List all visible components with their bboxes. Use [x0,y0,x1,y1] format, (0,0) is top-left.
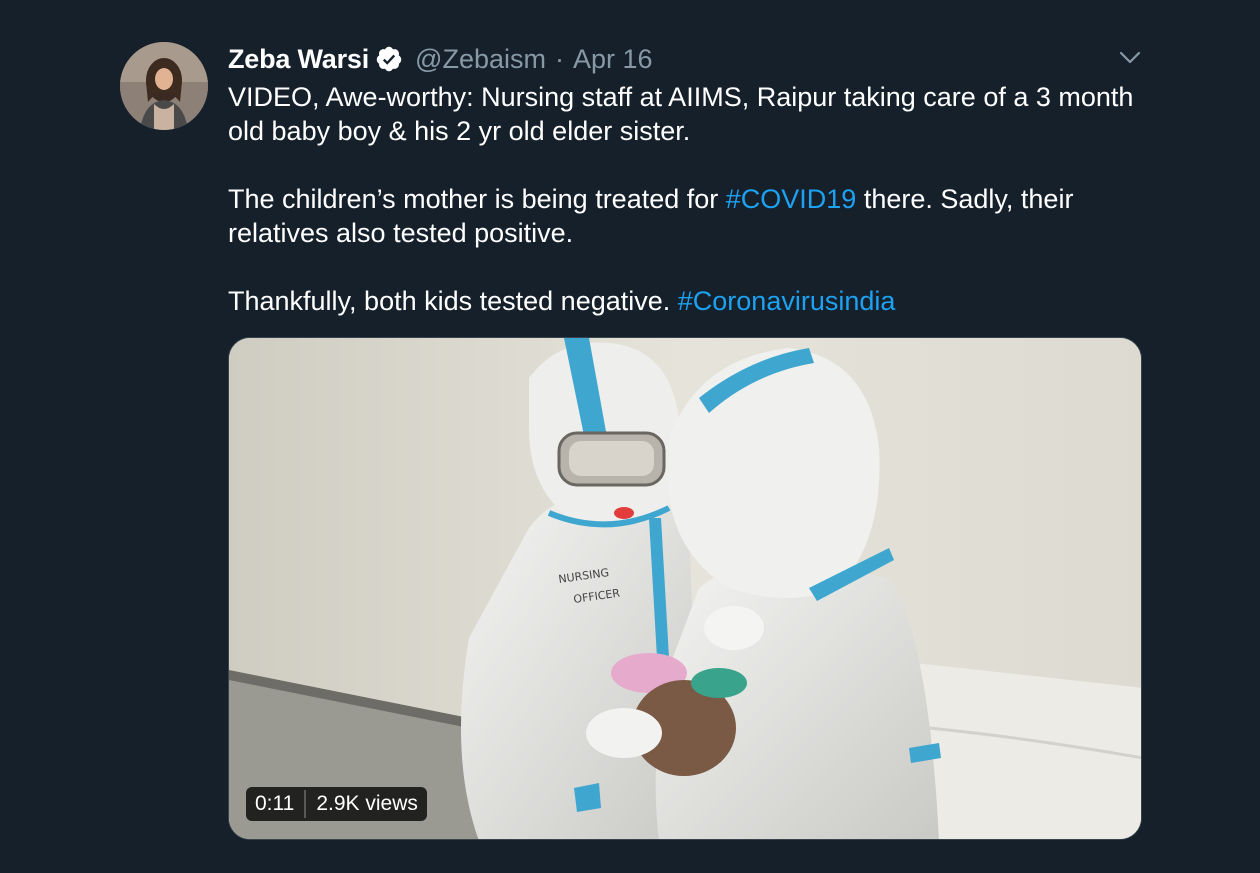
chevron-down-icon [1119,51,1141,64]
user-handle[interactable]: @Zebaism [415,44,546,75]
tweet-paragraph-3: Thankfully, both kids tested negative. #… [228,284,1138,318]
video-player[interactable]: NURSING OFFICER 0:11 2.9K views [228,337,1142,840]
video-views: 2.9K views [316,792,418,815]
tweet-menu-button[interactable] [1116,44,1144,72]
tweet-header: Zeba Warsi @Zebaism · Apr 16 [228,42,653,76]
hashtag-covid19-link[interactable]: #COVID19 [726,184,857,214]
header-separator: · [555,43,564,74]
tweet-date[interactable]: Apr 16 [573,44,653,75]
tweet-paragraph-1: VIDEO, Awe-worthy: Nursing staff at AIIM… [228,82,1134,146]
hashtag-coronavirusindia-link[interactable]: #Coronavirusindia [678,286,896,316]
tweet-paragraph-2: The children’s mother is being treated f… [228,182,1138,250]
verified-badge-icon [375,45,403,73]
tweet: Zeba Warsi @Zebaism · Apr 16 VIDEO, Awe-… [0,0,1260,873]
paragraph-2-text-start: The children’s mother is being treated f… [228,184,726,214]
tweet-text: VIDEO, Awe-worthy: Nursing staff at AIIM… [228,80,1138,318]
video-frame: NURSING OFFICER [229,338,1141,839]
display-name[interactable]: Zeba Warsi [228,44,369,75]
profile-avatar[interactable] [120,42,208,130]
badge-divider [304,790,307,818]
avatar-image [120,42,208,130]
video-info-overlay: 0:11 2.9K views [246,787,427,821]
video-duration: 0:11 [255,792,295,815]
paragraph-3-text: Thankfully, both kids tested negative. [228,286,678,316]
